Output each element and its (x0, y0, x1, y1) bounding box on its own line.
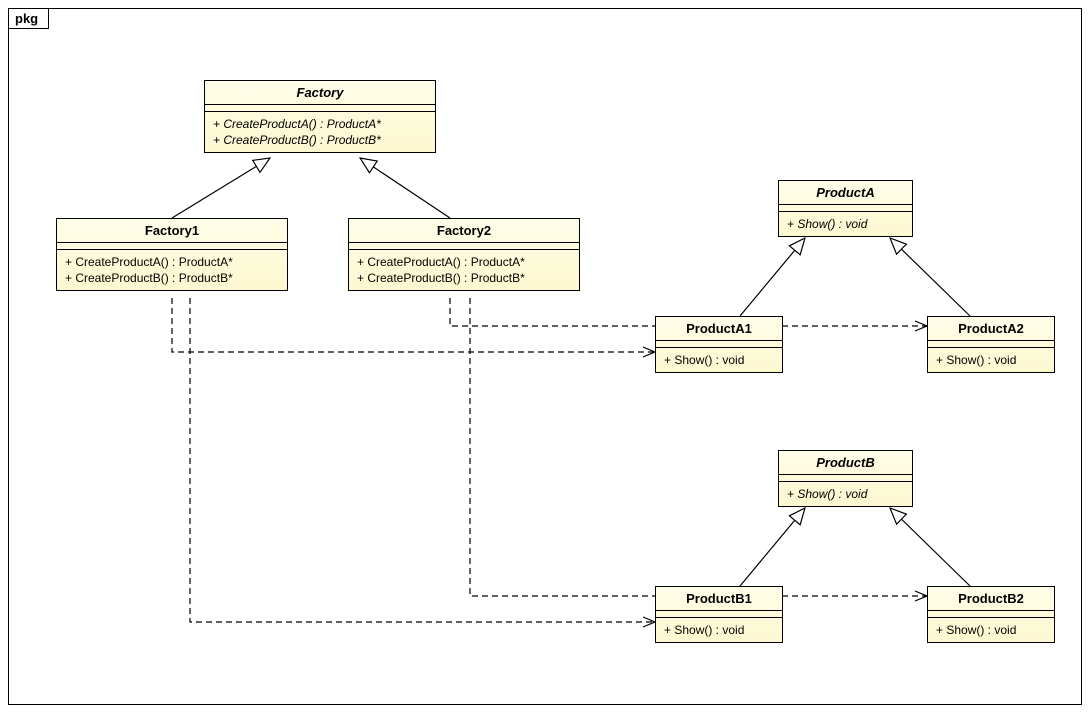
class-productb-body: + Show() : void (779, 482, 912, 506)
class-productb1-name: ProductB1 (656, 587, 782, 611)
class-producta2-body: + Show() : void (928, 348, 1054, 372)
class-producta2: ProductA2 + Show() : void (927, 316, 1055, 373)
operation: + Show() : void (936, 352, 1046, 368)
operation: + CreateProductA() : ProductA* (213, 116, 427, 132)
class-separator (656, 341, 782, 348)
operation: + CreateProductB() : ProductB* (65, 270, 279, 286)
operation: + Show() : void (936, 622, 1046, 638)
class-productb1: ProductB1 + Show() : void (655, 586, 783, 643)
class-separator (656, 611, 782, 618)
class-producta-name: ProductA (779, 181, 912, 205)
class-factory: Factory + CreateProductA() : ProductA* +… (204, 80, 436, 153)
operation: + CreateProductA() : ProductA* (65, 254, 279, 270)
class-factory1: Factory1 + CreateProductA() : ProductA* … (56, 218, 288, 291)
class-producta1-body: + Show() : void (656, 348, 782, 372)
package-frame (8, 8, 1082, 705)
class-separator (205, 105, 435, 112)
class-separator (779, 475, 912, 482)
package-name: pkg (15, 11, 38, 26)
class-productb1-body: + Show() : void (656, 618, 782, 642)
class-separator (779, 205, 912, 212)
class-separator (349, 243, 579, 250)
operation: + Show() : void (787, 486, 904, 502)
operation: + CreateProductA() : ProductA* (357, 254, 571, 270)
operation: + Show() : void (664, 622, 774, 638)
class-productb: ProductB + Show() : void (778, 450, 913, 507)
operation: + Show() : void (787, 216, 904, 232)
class-separator (57, 243, 287, 250)
operation: + CreateProductB() : ProductB* (213, 132, 427, 148)
class-producta1-name: ProductA1 (656, 317, 782, 341)
class-factory-body: + CreateProductA() : ProductA* + CreateP… (205, 112, 435, 152)
class-producta1: ProductA1 + Show() : void (655, 316, 783, 373)
class-productb2: ProductB2 + Show() : void (927, 586, 1055, 643)
package-label: pkg (8, 8, 49, 29)
class-productb2-name: ProductB2 (928, 587, 1054, 611)
class-factory2: Factory2 + CreateProductA() : ProductA* … (348, 218, 580, 291)
operation: + CreateProductB() : ProductB* (357, 270, 571, 286)
diagram-canvas: pkg Factory + CreateProductA() : Product… (0, 0, 1090, 713)
operation: + Show() : void (664, 352, 774, 368)
class-factory2-name: Factory2 (349, 219, 579, 243)
class-productb2-body: + Show() : void (928, 618, 1054, 642)
class-producta-body: + Show() : void (779, 212, 912, 236)
class-factory1-name: Factory1 (57, 219, 287, 243)
class-factory-name: Factory (205, 81, 435, 105)
class-factory1-body: + CreateProductA() : ProductA* + CreateP… (57, 250, 287, 290)
class-productb-name: ProductB (779, 451, 912, 475)
class-producta2-name: ProductA2 (928, 317, 1054, 341)
class-separator (928, 341, 1054, 348)
class-separator (928, 611, 1054, 618)
class-producta: ProductA + Show() : void (778, 180, 913, 237)
class-factory2-body: + CreateProductA() : ProductA* + CreateP… (349, 250, 579, 290)
